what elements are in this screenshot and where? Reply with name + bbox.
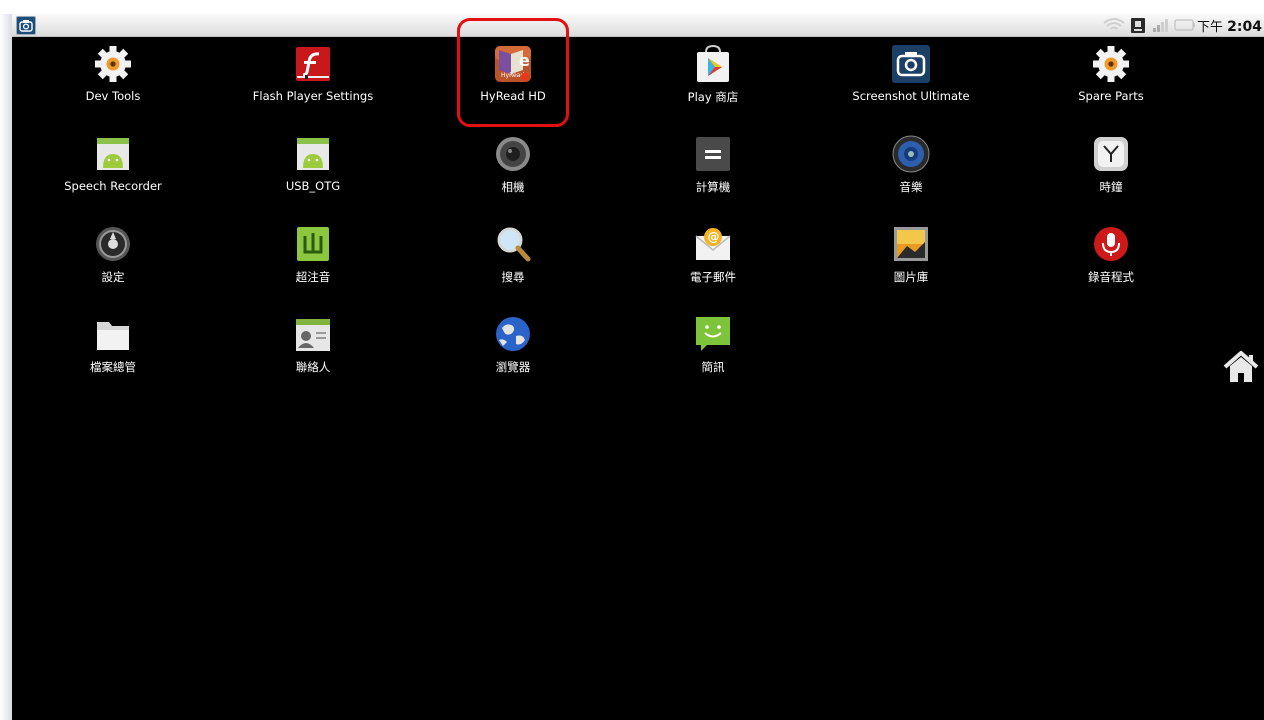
app-label: 聯絡人 [295, 360, 331, 374]
app-gallery[interactable]: 圖片庫 [826, 224, 996, 304]
gear-icon [1091, 44, 1131, 84]
microphone-icon [1091, 224, 1131, 264]
app-label: 電子郵件 [690, 270, 736, 284]
search-icon [493, 224, 533, 264]
app-label: 瀏覽器 [495, 360, 531, 374]
frame-shadow [0, 14, 12, 720]
app-voice-recorder[interactable]: 錄音程式 [1026, 224, 1196, 304]
speaker-icon [891, 134, 931, 174]
android-icon [293, 134, 333, 174]
app-label: Speech Recorder [64, 179, 162, 193]
app-clock[interactable]: 時鐘 [1026, 134, 1196, 214]
app-settings[interactable]: 設定 [28, 224, 198, 304]
app-spare-parts[interactable]: Spare Parts [1026, 44, 1196, 124]
camera-lens-icon [493, 134, 533, 174]
app-label: Flash Player Settings [252, 89, 374, 103]
android-screen: 下午 2:04 Dev Tools Flash Player Settings … [12, 14, 1264, 720]
screenshot-icon[interactable] [16, 16, 36, 35]
app-label: 搜尋 [501, 270, 525, 284]
sim-icon [1131, 18, 1145, 33]
app-label: Dev Tools [85, 89, 141, 103]
email-icon: @ [693, 224, 733, 264]
app-label: 時鐘 [1099, 180, 1123, 194]
app-camera[interactable]: 相機 [428, 134, 598, 214]
settings-icon [93, 224, 133, 264]
app-label: Screenshot Ultimate [852, 89, 970, 103]
app-email[interactable]: @ 電子郵件 [628, 224, 798, 304]
zhuyin-icon [293, 224, 333, 264]
highlight-box [457, 18, 569, 127]
clock-icon [1091, 134, 1131, 174]
app-browser[interactable]: 瀏覽器 [428, 314, 598, 394]
status-clock: 下午 2:04 [1197, 16, 1262, 35]
folder-icon [93, 314, 133, 354]
flash-icon [293, 44, 333, 84]
status-bar: 下午 2:04 [12, 14, 1264, 37]
app-contacts[interactable]: 聯絡人 [228, 314, 398, 394]
app-zhuyin[interactable]: 超注音 [228, 224, 398, 304]
camera-icon [891, 44, 931, 84]
app-label: 設定 [101, 270, 125, 284]
app-label: 圖片庫 [893, 270, 929, 284]
app-label: USB_OTG [285, 179, 341, 193]
app-speech-recorder[interactable]: Speech Recorder [28, 134, 198, 214]
signal-icon [1153, 19, 1168, 32]
app-label: 檔案總管 [90, 360, 136, 374]
app-label: 音樂 [899, 180, 923, 194]
app-screenshot-ultimate[interactable]: Screenshot Ultimate [826, 44, 996, 124]
contacts-icon [293, 314, 333, 354]
app-label: 超注音 [295, 270, 331, 284]
app-file-manager[interactable]: 檔案總管 [28, 314, 198, 394]
app-usb-otg[interactable]: USB_OTG [228, 134, 398, 214]
app-label: 相機 [501, 180, 525, 194]
app-flash-player-settings[interactable]: Flash Player Settings [228, 44, 398, 124]
globe-icon [493, 314, 533, 354]
app-label: 計算機 [695, 180, 731, 194]
app-play-store[interactable]: Play 商店 [628, 44, 798, 124]
app-calculator[interactable]: 計算機 [628, 134, 798, 214]
app-label: Spare Parts [1078, 89, 1144, 103]
gear-icon [93, 44, 133, 84]
wifi-icon [1103, 18, 1125, 30]
calculator-icon [693, 134, 733, 174]
app-music[interactable]: 音樂 [826, 134, 996, 214]
app-search[interactable]: 搜尋 [428, 224, 598, 304]
play-store-icon [693, 44, 733, 84]
clock-time: 2:04 [1227, 19, 1262, 35]
clock-period: 下午 [1197, 20, 1224, 35]
app-dev-tools[interactable]: Dev Tools [28, 44, 198, 124]
messaging-icon [693, 314, 733, 354]
svg-text:@: @ [708, 230, 720, 244]
gallery-icon [891, 224, 931, 264]
battery-icon [1174, 19, 1195, 31]
home-icon [1223, 351, 1259, 382]
app-label: Play 商店 [687, 90, 739, 104]
android-icon [93, 134, 133, 174]
app-label: 錄音程式 [1088, 270, 1134, 284]
home-button[interactable] [1222, 349, 1260, 385]
app-label: 簡訊 [701, 360, 725, 374]
app-messaging[interactable]: 簡訊 [628, 314, 798, 394]
